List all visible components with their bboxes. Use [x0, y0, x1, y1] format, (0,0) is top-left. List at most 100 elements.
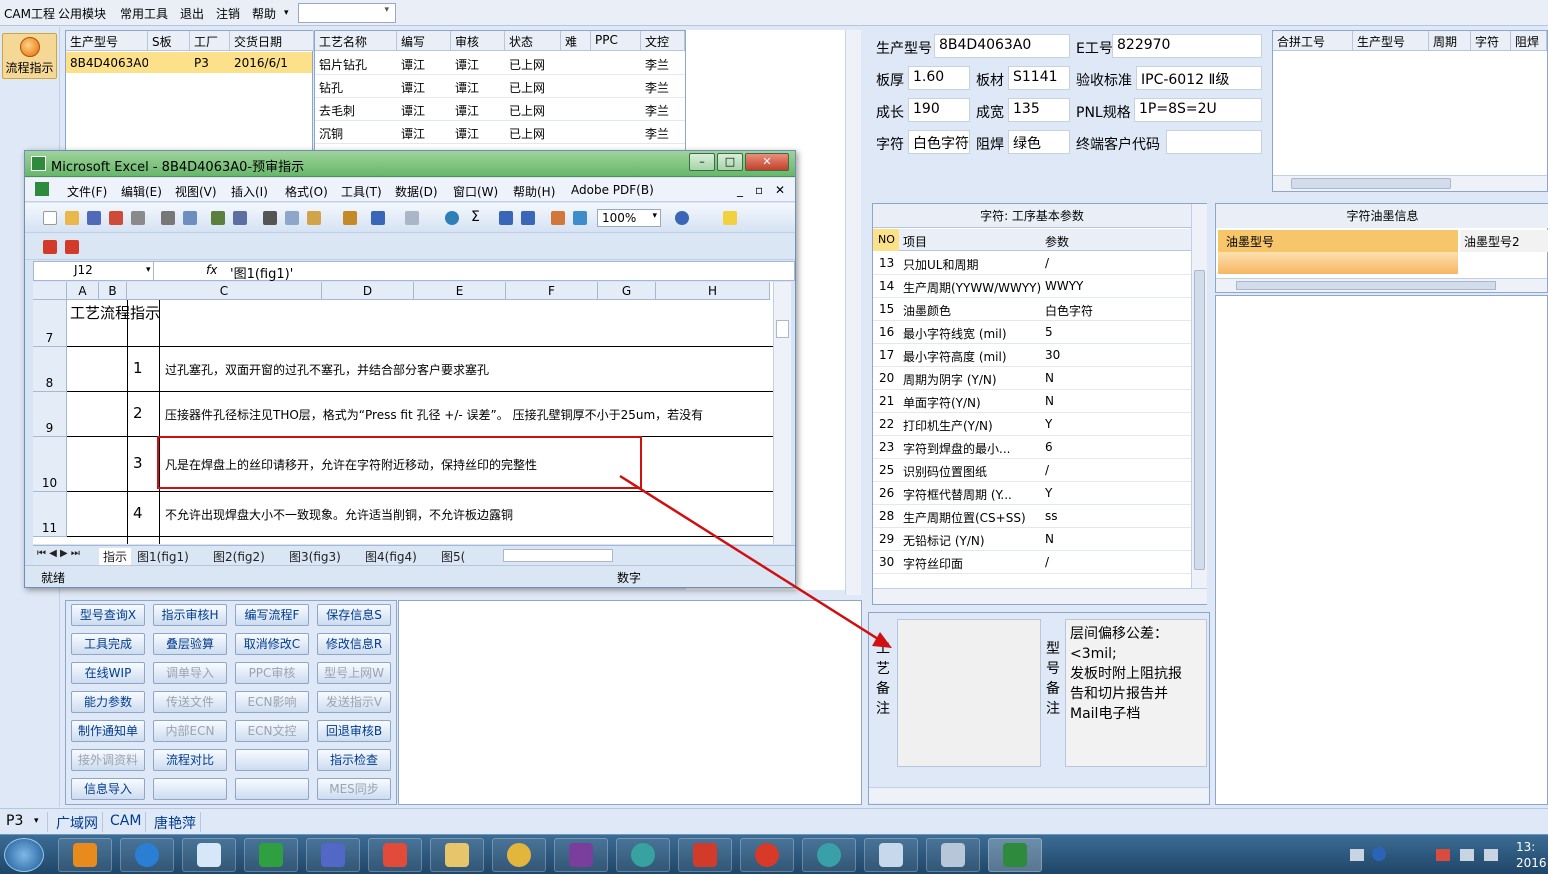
col-header[interactable]: 交货日期	[230, 31, 314, 51]
taskbar-app-g-icon[interactable]	[740, 838, 794, 872]
flow-indicator-button[interactable]: 流程指示	[2, 33, 57, 79]
taskbar-notepad-icon[interactable]	[182, 838, 236, 872]
excel-title-bar[interactable]: Microsoft Excel - 8B4D4063A0-预审指示 – □ ✕	[25, 151, 795, 177]
action-button-3-3[interactable]: 发送指示V	[317, 691, 391, 713]
menu-help[interactable]: 帮助(H)	[513, 183, 555, 200]
standard-field[interactable]: IPC-6012 Ⅱ级	[1136, 66, 1262, 90]
table-row[interactable]: 22 打印机生产(Y/N) Y	[873, 413, 1191, 436]
taskbar-eye-icon[interactable]	[616, 838, 670, 872]
action-button-1-3[interactable]: 修改信息R	[317, 633, 391, 655]
menu-data[interactable]: 数据(D)	[395, 183, 438, 200]
copy-icon[interactable]	[285, 211, 299, 225]
plant-selector[interactable]: P3	[2, 812, 48, 832]
action-button-4-0[interactable]: 制作通知单	[71, 720, 145, 742]
col-header[interactable]: 工厂	[190, 31, 230, 51]
menu-cam[interactable]: CAM工程	[4, 5, 55, 22]
table-row[interactable]: 29 无铅标记 (Y/N) N	[873, 528, 1191, 551]
table-row[interactable]: 沉铜 谭江 谭江 已上网 李兰	[315, 121, 685, 144]
cut-icon[interactable]	[263, 211, 277, 225]
table-row[interactable]: 8B4D4063A0 P3 2016/6/1	[66, 52, 312, 73]
pdf-email-icon[interactable]	[65, 240, 79, 254]
taskbar-doc-icon[interactable]	[864, 838, 918, 872]
doc-close-icon[interactable]: ✕	[775, 183, 785, 197]
column-header[interactable]: E	[414, 282, 506, 300]
table-row[interactable]: 13 只加UL和周期 /	[873, 252, 1191, 275]
thickness-field[interactable]: 1.60	[908, 66, 970, 90]
research-icon[interactable]	[233, 211, 247, 225]
column-header[interactable]: D	[322, 282, 414, 300]
row-header[interactable]: 7	[33, 300, 67, 347]
table-row[interactable]: 28 生产周期位置(CS+SS) ss	[873, 505, 1191, 528]
col-header[interactable]: 项目	[903, 233, 927, 250]
horizontal-scrollbar[interactable]	[873, 588, 1207, 604]
chart-icon[interactable]	[551, 211, 565, 225]
taskbar-app-f-icon[interactable]	[244, 838, 298, 872]
model-notes-textarea[interactable]: 层间偏移公差： <3mil; 发板时附上阻抗报 告和切片报告并 Mail电子档	[1065, 619, 1207, 767]
action-button-0-1[interactable]: 指示审核H	[153, 604, 227, 626]
menu-adobe-pdf[interactable]: Adobe PDF(B)	[571, 183, 654, 197]
model-field[interactable]: 8B4D4063A0	[934, 34, 1070, 58]
cell-instruction[interactable]: 压接器件孔径标注见THO层，格式为“Press fit 孔径 +/- 误差”。 …	[165, 406, 771, 423]
action-button-6-1[interactable]	[153, 778, 227, 800]
pnl-field[interactable]: 1P=8S=2U	[1134, 98, 1262, 122]
col-header[interactable]: 状态	[505, 31, 561, 51]
top-combo[interactable]: ▾	[298, 3, 396, 23]
row-header[interactable]: 10	[33, 437, 67, 492]
action-button-6-2[interactable]	[235, 778, 309, 800]
menu-exit[interactable]: 退出	[180, 5, 204, 22]
table-row[interactable]: 17 最小字符高度 (mil) 30	[873, 344, 1191, 367]
taskbar-excel-icon[interactable]	[988, 838, 1042, 872]
col-header[interactable]: 生产型号	[66, 31, 148, 51]
col-header[interactable]: S板	[148, 31, 190, 51]
tab-indicator[interactable]: 指示	[99, 548, 132, 565]
tab-fig4[interactable]: 图4(fig4)	[365, 548, 417, 565]
vertical-scrollbar[interactable]	[1191, 204, 1207, 588]
menu-edit[interactable]: 编辑(E)	[121, 183, 162, 200]
process-notes-textarea[interactable]	[897, 619, 1041, 767]
taskbar-x-icon[interactable]	[554, 838, 608, 872]
column-header[interactable]: H	[656, 282, 770, 300]
taskbar-shell-icon[interactable]	[492, 838, 546, 872]
action-button-4-2[interactable]: ECN文控	[235, 720, 309, 742]
spell-icon[interactable]	[211, 211, 225, 225]
menu-view[interactable]: 视图(V)	[175, 183, 217, 200]
taskbar-media-icon[interactable]	[58, 838, 112, 872]
column-header[interactable]: F	[506, 282, 598, 300]
scroll-thumb[interactable]	[776, 320, 789, 338]
horizontal-scrollbar[interactable]	[1216, 278, 1547, 292]
action-button-3-2[interactable]: ECN影响	[235, 691, 309, 713]
menu-logout[interactable]: 注销	[216, 5, 240, 22]
permission-icon[interactable]	[109, 211, 123, 225]
action-button-3-0[interactable]: 能力参数	[71, 691, 145, 713]
action-button-5-0[interactable]: 接外调资料	[71, 749, 145, 771]
col-header[interactable]: 生产型号	[1353, 31, 1429, 51]
table-row[interactable]: 去毛刺 谭江 谭江 已上网 李兰	[315, 98, 685, 121]
action-button-6-0[interactable]: 信息导入	[71, 778, 145, 800]
tray-display-icon[interactable]	[1460, 849, 1474, 861]
col-header[interactable]: 审核	[451, 31, 505, 51]
taskbar-save-icon[interactable]	[306, 838, 360, 872]
autosum-icon[interactable]: Σ	[471, 209, 485, 225]
action-button-5-1[interactable]: 流程对比	[153, 749, 227, 771]
menu-format[interactable]: 格式(O)	[285, 183, 328, 200]
table-row[interactable]: 14 生产周期(YYWW/WWYY) WWYY	[873, 275, 1191, 298]
row-header[interactable]: 8	[33, 347, 67, 392]
table-row[interactable]: 21 单面字符(Y/N) N	[873, 390, 1191, 413]
table-row[interactable]	[1218, 252, 1458, 274]
open-icon[interactable]	[65, 211, 79, 225]
col-header[interactable]: 工艺名称	[315, 31, 397, 51]
action-button-5-3[interactable]: 指示检查	[317, 749, 391, 771]
col-header[interactable]: 周期	[1429, 31, 1471, 51]
row-header[interactable]: 9	[33, 392, 67, 437]
select-all-corner[interactable]	[33, 282, 67, 300]
action-button-5-2[interactable]	[235, 749, 309, 771]
tab-nav-icons[interactable]: ⏮ ◀ ▶ ⏭	[37, 548, 80, 559]
name-box[interactable]: J12	[34, 262, 154, 280]
cell-title[interactable]: 工艺流程指示	[69, 302, 161, 324]
table-row[interactable]: 15 油墨颜色 白色字符	[873, 298, 1191, 321]
col-header[interactable]: 参数	[1045, 233, 1069, 250]
close-button[interactable]: ✕	[745, 153, 789, 171]
col-header[interactable]: NO	[873, 229, 899, 251]
column-header[interactable]: C	[127, 282, 322, 300]
horizontal-scrollbar[interactable]	[869, 787, 1209, 803]
